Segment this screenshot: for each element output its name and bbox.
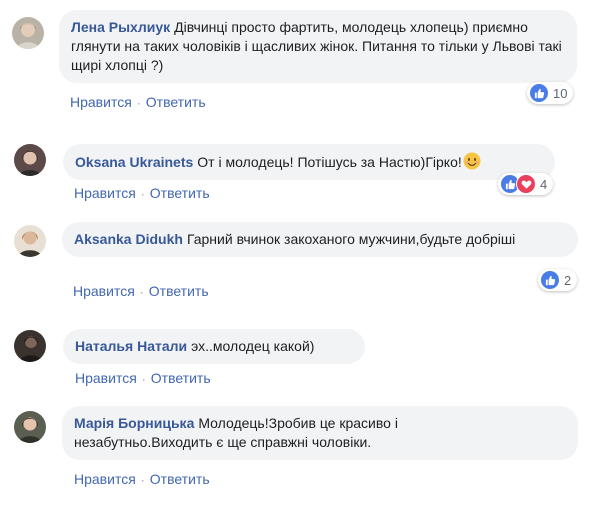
- reply-link[interactable]: Ответить: [150, 185, 210, 201]
- reply-link[interactable]: Ответить: [151, 370, 211, 386]
- comment-author[interactable]: Лена Рыхлиук: [71, 19, 170, 35]
- reply-link[interactable]: Ответить: [150, 471, 210, 487]
- comment-actions: Нравится · Ответить: [74, 471, 210, 487]
- comment-author[interactable]: Oksana Ukrainets: [75, 154, 193, 170]
- reaction-count: 2: [564, 272, 572, 288]
- reaction-count: 4: [540, 176, 548, 192]
- comment-item: Oksana Ukrainets От і молодець! Потішусь …: [0, 135, 593, 205]
- comment-text: Гарний вчинок закоханого мужчини,будьте …: [186, 231, 516, 247]
- avatar[interactable]: [14, 144, 46, 176]
- comment-item: Марія Борницька Молодець!Зробив це красив…: [0, 403, 593, 513]
- comment-item: Лена Рыхлиук Дівчинці просто фартить, мол…: [0, 0, 593, 120]
- heart-icon: [516, 174, 536, 194]
- avatar[interactable]: [14, 330, 46, 362]
- like-link[interactable]: Нравится: [73, 283, 135, 299]
- reaction-summary[interactable]: 2: [538, 269, 578, 291]
- comment-bubble: Наталья Натали эх..молодец какой): [63, 329, 365, 364]
- like-link[interactable]: Нравится: [70, 94, 132, 110]
- thumbs-up-icon: [540, 270, 560, 290]
- comment-actions: Нравится · Ответить: [74, 185, 210, 201]
- comment-bubble: Oksana Ukrainets От і молодець! Потішусь …: [63, 144, 555, 180]
- like-link[interactable]: Нравится: [75, 370, 137, 386]
- separator-dot: ·: [141, 372, 146, 386]
- comment-author[interactable]: Марія Борницька: [74, 415, 194, 431]
- separator-dot: ·: [140, 187, 145, 201]
- avatar[interactable]: [12, 17, 44, 49]
- comment-bubble: Лена Рыхлиук Дівчинці просто фартить, мол…: [59, 10, 577, 83]
- reply-link[interactable]: Ответить: [146, 94, 206, 110]
- reply-link[interactable]: Ответить: [149, 283, 209, 299]
- reaction-count: 10: [553, 85, 568, 101]
- avatar[interactable]: [14, 411, 46, 443]
- comment-actions: Нравится · Ответить: [75, 370, 211, 386]
- comment-bubble: Aksanka Didukh Гарний вчинок закоханого м…: [62, 222, 578, 257]
- smiling-face-icon: [463, 152, 481, 170]
- comment-text: эх..молодец какой): [191, 338, 315, 354]
- comment-text: От і молодець! Потішусь за Настю)Гірко!: [197, 154, 462, 170]
- comment-actions: Нравится · Ответить: [73, 283, 209, 299]
- thumbs-up-icon: [529, 83, 549, 103]
- separator-dot: ·: [139, 285, 144, 299]
- separator-dot: ·: [136, 96, 141, 110]
- separator-dot: ·: [140, 473, 145, 487]
- comment-item: Aksanka Didukh Гарний вчинок закоханого м…: [0, 220, 593, 310]
- comment-author[interactable]: Aksanka Didukh: [74, 231, 183, 247]
- reaction-summary[interactable]: 4: [498, 173, 554, 195]
- comment-item: Наталья Натали эх..молодец какой) Нравитс…: [0, 320, 593, 390]
- comment-bubble: Марія Борницька Молодець!Зробив це красив…: [62, 406, 578, 460]
- reaction-summary[interactable]: 10: [527, 82, 574, 104]
- like-link[interactable]: Нравится: [74, 471, 136, 487]
- comment-author[interactable]: Наталья Натали: [75, 338, 187, 354]
- like-link[interactable]: Нравится: [74, 185, 136, 201]
- avatar[interactable]: [14, 225, 46, 257]
- comment-actions: Нравится · Ответить: [70, 94, 206, 110]
